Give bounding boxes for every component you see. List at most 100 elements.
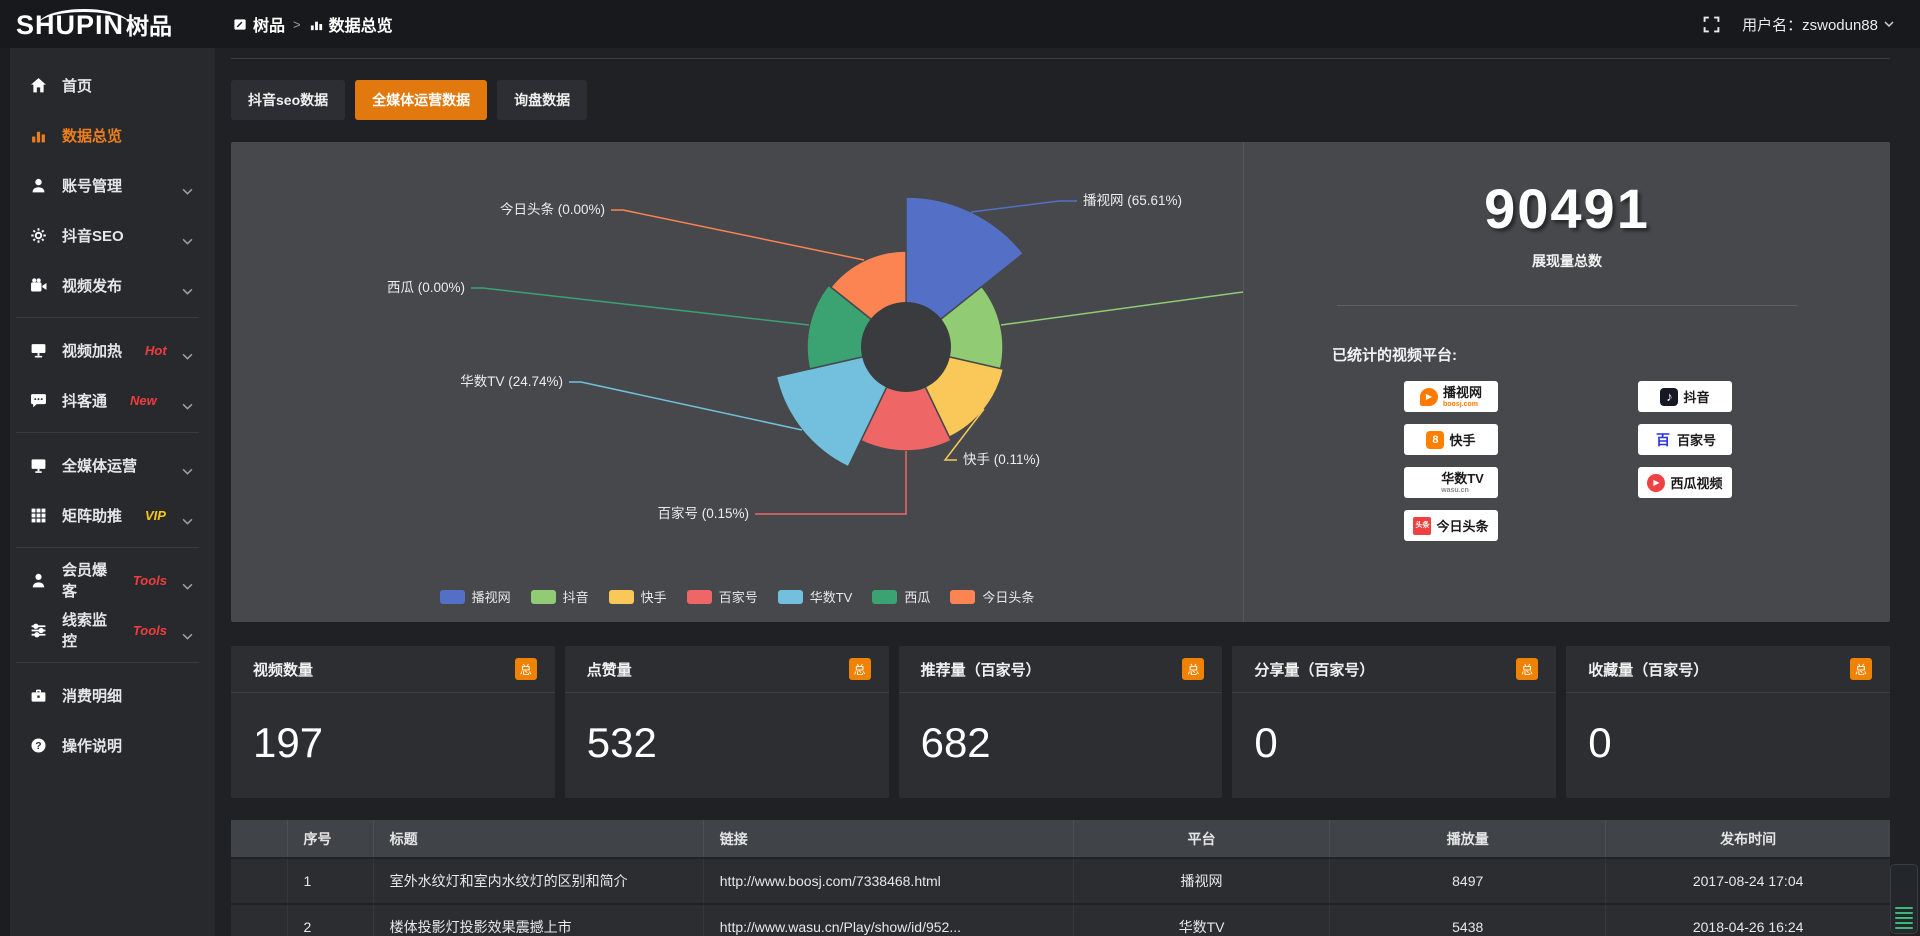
platform-badge-华数TV: 华数TV wasu.cn	[1404, 467, 1498, 498]
stat-card-title: 推荐量（百家号）	[921, 659, 1041, 680]
sidebar-item-badge: Tools	[133, 573, 167, 588]
legend-item-华数TV[interactable]: 华数TV	[778, 587, 853, 606]
sidebar-item-数据总览[interactable]: 数据总览	[0, 110, 215, 160]
pie-label-西瓜: 西瓜 (0.00%)	[387, 280, 465, 295]
stat-card-value: 682	[899, 693, 1223, 767]
column-header-平台: 平台	[1073, 820, 1329, 858]
header-divider	[231, 58, 1890, 59]
tab-全媒体运营数据[interactable]: 全媒体运营数据	[355, 80, 487, 120]
platform-name: 抖音	[1683, 387, 1709, 406]
sidebar-item-label: 账号管理	[62, 175, 122, 196]
table-header-row: 序号标题链接平台播放量发布时间	[231, 820, 1890, 858]
total-badge: 总	[1850, 658, 1872, 680]
row-checkbox-cell	[231, 904, 287, 936]
sidebar-item-会员爆客[interactable]: 会员爆客 Tools	[0, 555, 215, 605]
chat-widget[interactable]	[1890, 864, 1918, 934]
sidebar-item-账号管理[interactable]: 账号管理	[0, 160, 215, 210]
cell-title[interactable]: 楼体投影灯投影效果震撼上市	[373, 904, 703, 936]
legend-item-今日头条[interactable]: 今日头条	[950, 587, 1034, 606]
legend-label: 播视网	[472, 587, 511, 606]
legend-item-百家号[interactable]: 百家号	[687, 587, 758, 606]
cell-platform: 播视网	[1073, 858, 1329, 904]
tab-询盘数据[interactable]: 询盘数据	[497, 80, 587, 120]
monitor-icon	[30, 457, 47, 474]
stat-card-title: 分享量（百家号）	[1254, 659, 1374, 680]
sidebar-item-矩阵助推[interactable]: 矩阵助推VIP	[0, 490, 215, 540]
total-impressions-value: 90491	[1244, 176, 1890, 241]
xigua-logo-icon: ▶	[1647, 474, 1665, 492]
platform-column: ▶播视网boosj.com8快手华数TVwasu.cn头条今日头条	[1404, 381, 1498, 541]
sidebar-item-首页[interactable]: 首页	[0, 60, 215, 110]
cell-date: 2018-04-26 16:24	[1606, 904, 1890, 936]
cell-link[interactable]: http://www.wasu.cn/Play/show/id/952...	[703, 904, 1073, 936]
chart-legend: 播视网 抖音 快手 百家号 华数TV 西瓜 今日头条	[231, 587, 1243, 606]
cell-title[interactable]: 室外水纹灯和室内水纹灯的区别和简介	[373, 858, 703, 904]
stat-card-header: 收藏量（百家号）总	[1566, 646, 1890, 693]
sidebar-item-label: 消费明细	[62, 685, 122, 706]
platforms-label: 已统计的视频平台:	[1332, 344, 1890, 365]
legend-item-抖音[interactable]: 抖音	[531, 587, 589, 606]
sidebar-item-消费明细[interactable]: 消费明细	[0, 670, 215, 720]
chevron-down-icon	[182, 347, 193, 354]
pie-label-今日头条: 今日头条 (0.00%)	[500, 201, 605, 217]
pie-label-line-西瓜	[471, 288, 809, 325]
platform-badge-百家号: 百百家号	[1638, 424, 1732, 455]
sidebar-item-全媒体运营[interactable]: 全媒体运营	[0, 440, 215, 490]
chevron-down-icon	[182, 232, 193, 239]
sidebar-item-操作说明[interactable]: ?操作说明	[0, 720, 215, 770]
breadcrumb-current[interactable]: 数据总览	[309, 12, 393, 36]
sidebar-divider	[16, 432, 199, 433]
sliders-icon	[30, 622, 47, 639]
stat-card-header: 分享量（百家号）总	[1232, 646, 1556, 693]
platform-text: 播视网boosj.com	[1443, 386, 1482, 408]
platform-subtitle: wasu.cn	[1441, 487, 1484, 494]
breadcrumb-root[interactable]: 树品	[233, 12, 285, 36]
sidebar-item-label: 会员爆客	[62, 559, 110, 601]
legend-item-快手[interactable]: 快手	[609, 587, 667, 606]
header-checkbox-cell	[231, 820, 287, 858]
total-badge: 总	[1182, 658, 1204, 680]
tab-抖音seo数据[interactable]: 抖音seo数据	[231, 80, 345, 120]
widget-line	[1895, 907, 1913, 909]
sidebar-item-badge: Hot	[145, 343, 167, 358]
overview-section: 90491 展现量总数 已统计的视频平台: ▶播视网boosj.com8快手华数…	[1243, 142, 1890, 622]
kuaishou-logo-icon: 8	[1426, 431, 1444, 449]
legend-swatch	[872, 590, 897, 604]
cell-link[interactable]: http://www.boosj.com/7338468.html	[703, 858, 1073, 904]
chevron-down-icon	[182, 182, 193, 189]
stat-card-value: 197	[231, 693, 555, 767]
sidebar-item-线索监控[interactable]: 线索监控Tools	[0, 605, 215, 655]
sidebar-item-label: 操作说明	[62, 735, 122, 756]
legend-item-西瓜[interactable]: 西瓜	[872, 587, 930, 606]
fullscreen-icon[interactable]	[1703, 16, 1720, 33]
legend-swatch	[609, 590, 634, 604]
sidebar-item-抖音SEO[interactable]: 抖音SEO	[0, 210, 215, 260]
stat-card-收藏量（百家号）: 收藏量（百家号）总0	[1566, 646, 1890, 798]
stat-cards-row: 视频数量总197点赞量总532推荐量（百家号）总682分享量（百家号）总0收藏量…	[231, 646, 1890, 798]
stat-card-value: 0	[1566, 693, 1890, 767]
bar-chart-icon	[30, 127, 47, 144]
stat-card-title: 点赞量	[587, 659, 632, 680]
stat-card-推荐量（百家号）: 推荐量（百家号） 总 682	[899, 646, 1223, 798]
legend-label: 抖音	[563, 587, 589, 606]
sidebar-item-label: 抖音SEO	[62, 225, 124, 246]
column-header-链接: 链接	[703, 820, 1073, 858]
bar-chart-icon	[309, 17, 324, 32]
sidebar-item-视频加热[interactable]: 视频加热Hot	[0, 325, 215, 375]
username-menu[interactable]: 用户名：zswodun88	[1742, 14, 1894, 35]
cell-plays: 5438	[1330, 904, 1606, 936]
platform-badge-快手: 8快手	[1404, 424, 1498, 455]
legend-label: 今日头条	[982, 587, 1034, 606]
platform-name: 华数TV	[1441, 472, 1484, 485]
sidebar-item-抖客通[interactable]: 抖客通New	[0, 375, 215, 425]
sidebar-divider	[16, 317, 199, 318]
sidebar-item-badge: New	[130, 393, 157, 408]
pie-chart-section: 播视网 (65.61%)抖音 (9.40%)快手 (0.11%)百家号 (0.1…	[231, 142, 1243, 622]
total-badge: 总	[849, 658, 871, 680]
chevron-down-icon	[182, 512, 193, 519]
pie-center-hole	[861, 302, 951, 392]
legend-item-播视网[interactable]: 播视网	[440, 587, 511, 606]
chevron-down-icon	[182, 282, 193, 289]
sidebar-item-视频发布[interactable]: 视频发布	[0, 260, 215, 310]
platform-text: 华数TV wasu.cn	[1441, 472, 1484, 494]
